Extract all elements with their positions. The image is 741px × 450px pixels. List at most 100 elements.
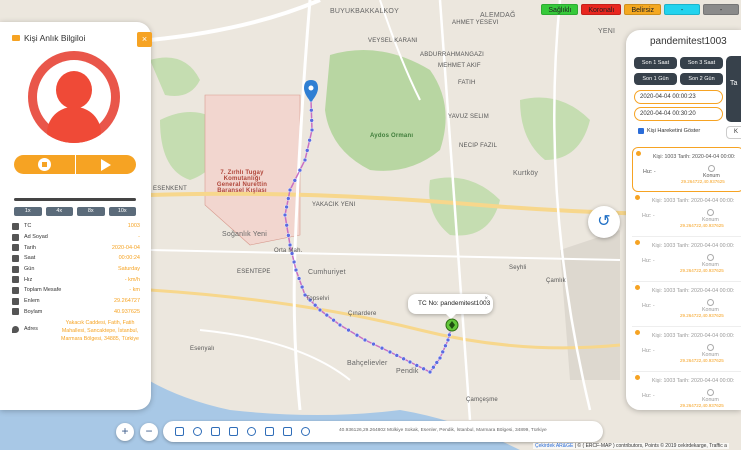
route-point [407,359,413,365]
map-place-label: BUYUKBAKKALKOY [330,8,399,15]
address-value: Yakacık Caddesi, Fatih, Fatih Mahallesi,… [61,320,139,343]
info-label: Boylam [24,308,43,315]
cursor-coordinates: 40.936126,29.264802 Mülkiye Sokak, Esenl… [339,428,547,433]
popup-text: TC No: pandemitest1003 [418,300,491,307]
route-point [296,276,302,281]
globe-icon[interactable] [229,427,238,436]
record-header: Kişi: 1003 Tarih: 2020-04-04 00:00: [653,154,736,160]
info-value: 2020-04-04 [111,244,140,251]
legend-chip[interactable]: Sağlıklı [541,4,579,15]
record-speed: Hız: - [642,258,655,264]
location-pin-icon [706,344,714,351]
info-value: - [138,234,140,241]
info-row: Boylam 40.937625 [12,307,140,318]
record-location[interactable]: Konum [702,299,719,313]
record-coordinates: 29.264722,40.937625 [680,313,724,318]
playback-progress[interactable] [14,198,136,201]
info-value: - km/h [124,276,140,283]
pin-icon[interactable] [283,427,292,436]
record-location[interactable]: Konum [702,254,719,268]
route-point [324,312,330,318]
calendar-icon [12,244,19,252]
info-label: TC [24,223,32,230]
record-location[interactable]: Konum [702,344,719,358]
route-point [431,364,436,370]
record-list: Kişi: 1003 Tarih: 2020-04-04 00:00: Hız: … [632,147,741,410]
playback-controls [14,155,136,174]
record-location[interactable]: Konum [703,165,720,179]
layers-icon[interactable] [211,427,220,436]
route-point [284,222,289,228]
query-button[interactable]: Ta [726,56,741,122]
route-point [443,343,448,349]
record-location[interactable]: Konum [702,389,719,403]
play-button[interactable] [75,155,136,174]
legend-chip[interactable]: Koronalı [581,4,622,15]
last-3-hours-button[interactable]: Son 3 Saat [680,57,723,69]
record-coordinates: 29.264722,40.937625 [680,268,724,273]
record-item[interactable]: Kişi: 1003 Tarih: 2020-04-04 00:00: Hız: … [632,282,741,327]
last-1-day-button[interactable]: Son 1 Gün [634,73,677,85]
record-header: Kişi: 1003 Tarih: 2020-04-04 00:00: [652,288,735,294]
map-place-label: ESENKENT [153,186,187,192]
route-point [307,137,312,143]
record-item[interactable]: Kişi: 1003 Tarih: 2020-04-04 00:00: Hız: … [632,237,741,282]
speed-button[interactable]: 1x [14,207,42,216]
record-dot-icon [635,240,640,245]
legend-chip[interactable]: Belirsiz [624,4,661,15]
close-left-panel-button[interactable]: × [137,32,152,47]
map-place-label: YAKACIK YENI [312,202,356,208]
route-point [304,148,310,153]
checkbox-icon [638,128,644,134]
speed-button[interactable]: 10x [108,207,136,216]
record-coordinates: 29.264722,40.937625 [680,358,724,363]
chart-icon[interactable] [193,427,202,436]
record-speed: Hız: - [642,213,655,219]
panel-title-text: Kişi Anlık Bilgiloi [24,33,86,43]
map-icon[interactable] [247,427,256,436]
record-item[interactable]: Kişi: 1003 Tarih: 2020-04-04 00:00: Hız: … [632,192,741,237]
show-route-toggle[interactable]: Kişi Hareketini Göster [638,128,700,134]
record-speed: Hız: - [642,348,655,354]
secondary-button[interactable]: K [726,126,741,139]
record-item[interactable]: Kişi: 1003 Tarih: 2020-04-04 00:00: Hız: … [632,147,741,192]
info-label: Hız [24,276,33,283]
record-header: Kişi: 1003 Tarih: 2020-04-04 00:00: [652,333,735,339]
speed-button[interactable]: 8x [77,207,105,216]
record-item[interactable]: Kişi: 1003 Tarih: 2020-04-04 00:00: Hız: … [632,327,741,372]
last-1-hour-button[interactable]: Son 1 Saat [634,57,677,69]
hand-icon[interactable] [175,427,184,436]
stop-button[interactable] [14,155,76,174]
route-point [354,332,360,338]
legend-chip[interactable]: - [664,4,700,15]
zoom-out-button[interactable]: − [140,423,158,441]
legend-chip[interactable]: - [703,4,739,15]
history-button[interactable]: ↺ [588,206,620,238]
info-label: Gün [24,266,35,273]
attribution-link[interactable]: Çekirdek AR&GE [535,443,573,449]
route-point [286,233,291,238]
last-2-days-button[interactable]: Son 2 Gün [680,73,723,85]
logout-icon[interactable] [301,427,310,436]
info-label: Saat [24,255,36,262]
attribution-text: | © ( ERCF-MAP ) contributors, Points © … [573,443,727,449]
map-place-label: Bahçelievler [347,360,388,367]
map-place-label: Çamlık [546,278,566,284]
info-row: Toplam Mesafe - km [12,285,140,296]
route-point [309,127,315,133]
info-value: 00:00:24 [118,255,140,262]
date-from-input[interactable]: 2020-04-04 00:00:23 [634,90,723,104]
date-to-input[interactable]: 2020-04-04 00:30:20 [634,107,723,121]
record-location[interactable]: Konum [702,209,719,223]
day-icon [12,265,19,273]
speed-button[interactable]: 4x [45,207,73,216]
zoom-in-button[interactable]: + [116,423,134,441]
popup-close-button[interactable]: × [484,296,488,302]
map-place-label: ALEMDAĞ [480,12,516,19]
map-place-label: Pendik [396,368,419,375]
record-item[interactable]: Kişi: 1003 Tarih: 2020-04-04 00:00: Hız: … [632,372,741,410]
map-place-label: FATIH [458,80,476,86]
person-icon [56,71,92,109]
chat-icon[interactable] [265,427,274,436]
route-point [309,107,314,113]
